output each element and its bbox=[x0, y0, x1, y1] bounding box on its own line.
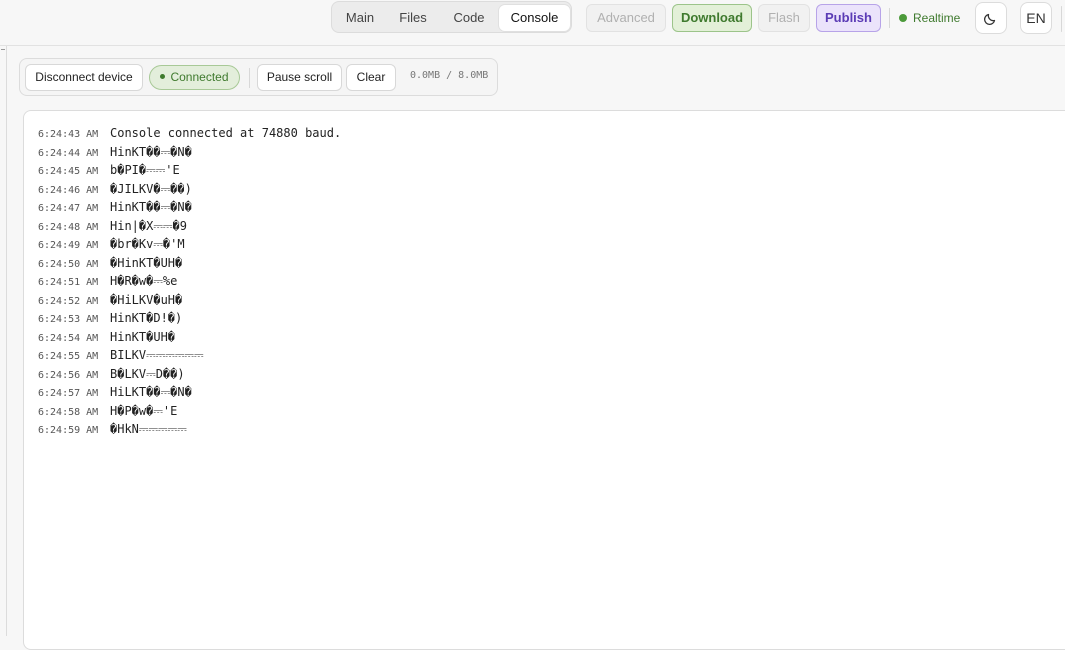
view-tabs: Main Files Code Console bbox=[331, 1, 572, 33]
log-message: �HkN⎓⎓⎓⎓⎓ bbox=[110, 422, 187, 436]
connected-dot-icon bbox=[160, 74, 166, 80]
log-message: �br�Kv⎓�'M bbox=[110, 237, 185, 251]
log-timestamp: 6:24:49 AM bbox=[38, 240, 99, 251]
tab-main[interactable]: Main bbox=[335, 5, 385, 31]
log-message: H�P�w�⎓'E bbox=[110, 403, 178, 418]
log-line: 6:24:44 AM HinKT��⎓�N� bbox=[38, 143, 341, 162]
log-line: 6:24:47 AM HinKT��⎓�N� bbox=[38, 198, 341, 217]
log-timestamp: 6:24:45 AM bbox=[38, 166, 99, 177]
log-timestamp: 6:24:55 AM bbox=[38, 351, 99, 362]
theme-toggle-button[interactable] bbox=[975, 2, 1007, 34]
log-timestamp: 6:24:51 AM bbox=[38, 277, 99, 288]
realtime-status: Realtime bbox=[899, 9, 960, 27]
connection-status-label: Connected bbox=[170, 70, 229, 84]
tab-files[interactable]: Files bbox=[388, 5, 438, 31]
log-line: 6:24:57 AM HiLKT��⎓�N� bbox=[38, 383, 341, 402]
log-message: H�R�w�⎓%e bbox=[110, 274, 178, 288]
log-message: HinKT��⎓�N� bbox=[110, 144, 192, 159]
log-line: 6:24:56 AM B�LKV⎓D��) bbox=[38, 365, 341, 384]
log-timestamp: 6:24:57 AM bbox=[38, 388, 99, 399]
log-timestamp: 6:24:43 AM bbox=[38, 129, 99, 140]
log-line: 6:24:46 AM �JILKV�⎓��) bbox=[38, 180, 341, 199]
divider bbox=[889, 8, 890, 28]
log-line: 6:24:53 AM HinKT�D!�) bbox=[38, 309, 341, 328]
resize-tick bbox=[1, 49, 5, 53]
memory-usage: 0.0MB / 8.0MB bbox=[410, 70, 489, 81]
log-line: 6:24:59 AM �HkN⎓⎓⎓⎓⎓ bbox=[38, 420, 341, 439]
log-message: b�PI�⎓⎓'E bbox=[110, 163, 180, 177]
log-message: Console connected at 74880 baud. bbox=[110, 126, 342, 140]
log-line: 6:24:52 AM �HiLKV�uH� bbox=[38, 291, 341, 310]
console-toolbar: Disconnect device Connected Pause scroll… bbox=[19, 58, 498, 96]
realtime-label: Realtime bbox=[913, 11, 961, 25]
log-message: HiLKT��⎓�N� bbox=[110, 385, 192, 399]
tab-console[interactable]: Console bbox=[499, 5, 570, 31]
left-panel-edge[interactable] bbox=[0, 46, 7, 636]
disconnect-button[interactable]: Disconnect device bbox=[25, 64, 143, 91]
console-output[interactable]: 6:24:43 AM Console connected at 74880 bau… bbox=[23, 110, 1065, 650]
log-line: 6:24:51 AM H�R�w�⎓%e bbox=[38, 272, 341, 291]
download-button[interactable]: Download bbox=[672, 4, 752, 32]
log-line: 6:24:50 AM �HinKT�UH� bbox=[38, 254, 341, 273]
log-line: 6:24:55 AM BILKV⎓⎓⎓⎓⎓⎓ bbox=[38, 346, 341, 365]
log-message: �HinKT�UH� bbox=[110, 255, 183, 270]
log-line: 6:24:43 AM Console connected at 74880 bau… bbox=[38, 124, 341, 143]
log-line: 6:24:58 AM H�P�w�⎓'E bbox=[38, 402, 341, 421]
log-message: B�LKV⎓D��) bbox=[110, 366, 185, 381]
clear-button[interactable]: Clear bbox=[346, 64, 396, 91]
log-line: 6:24:54 AM HinKT�UH� bbox=[38, 328, 341, 347]
pause-scroll-button[interactable]: Pause scroll bbox=[257, 64, 342, 91]
log-message: BILKV⎓⎓⎓⎓⎓⎓ bbox=[110, 348, 204, 362]
log-message: HinKT��⎓�N� bbox=[110, 200, 192, 214]
top-bar: Main Files Code Console Advanced Downloa… bbox=[0, 0, 1065, 46]
log-message: HinKT�UH� bbox=[110, 329, 176, 344]
moon-icon bbox=[983, 13, 996, 26]
log-message: �HiLKV�uH� bbox=[110, 292, 183, 307]
log-message: HinKT�D!�) bbox=[110, 311, 183, 325]
tab-code[interactable]: Code bbox=[441, 5, 497, 31]
log-line: 6:24:49 AM �br�Kv⎓�'M bbox=[38, 235, 341, 254]
log-timestamp: 6:24:53 AM bbox=[38, 314, 99, 325]
log-timestamp: 6:24:59 AM bbox=[38, 425, 99, 436]
log-line: 6:24:45 AM b�PI�⎓⎓'E bbox=[38, 161, 341, 180]
toolbar-divider bbox=[249, 68, 250, 88]
log-message: �JILKV�⎓��) bbox=[110, 181, 192, 196]
edge-control bbox=[1061, 6, 1062, 32]
language-button[interactable]: EN bbox=[1020, 2, 1052, 34]
log-lines: 6:24:43 AM Console connected at 74880 bau… bbox=[38, 124, 341, 439]
log-message: Hin|�X⎓⎓�9 bbox=[110, 218, 187, 233]
log-line: 6:24:48 AM Hin|�X⎓⎓�9 bbox=[38, 217, 341, 236]
flash-button[interactable]: Flash bbox=[758, 4, 810, 32]
connection-status-badge: Connected bbox=[149, 65, 240, 90]
log-timestamp: 6:24:47 AM bbox=[38, 203, 99, 214]
publish-button[interactable]: Publish bbox=[816, 4, 881, 32]
advanced-button[interactable]: Advanced bbox=[586, 4, 666, 32]
status-dot-icon bbox=[899, 13, 907, 22]
